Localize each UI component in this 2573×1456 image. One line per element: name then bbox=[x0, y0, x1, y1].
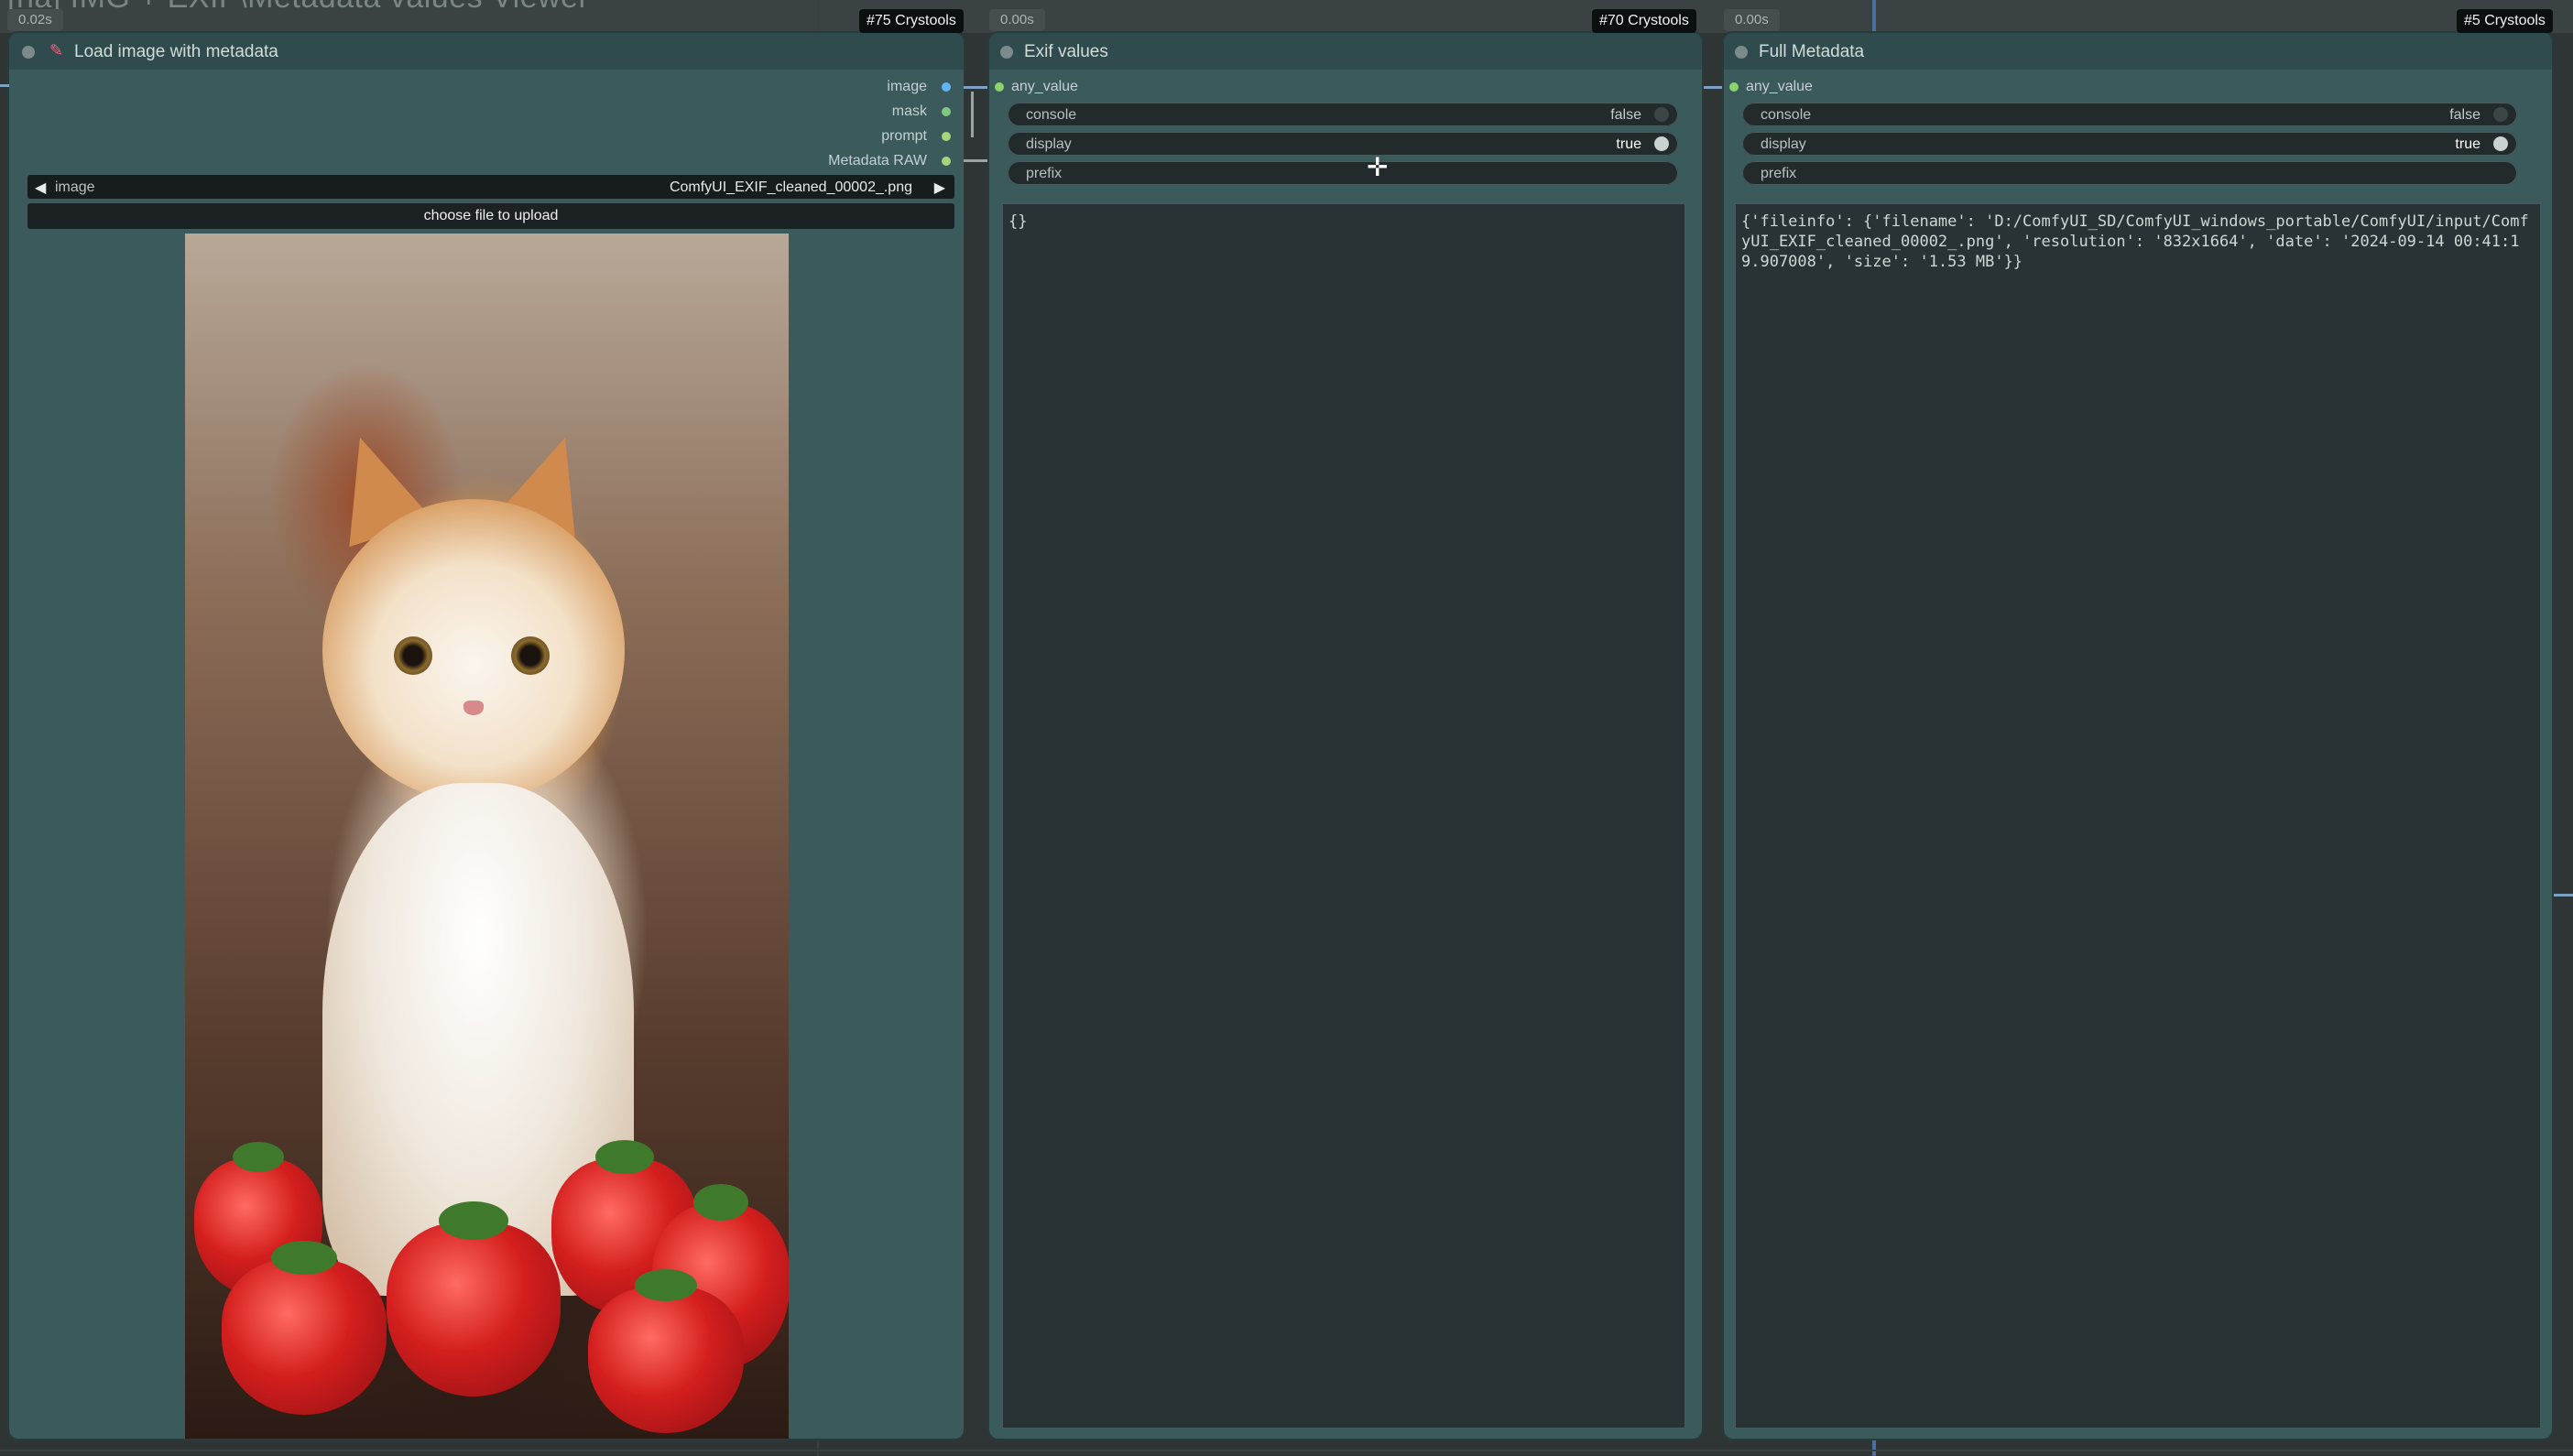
toggle-on-icon[interactable] bbox=[2493, 136, 2508, 151]
console-toggle[interactable]: console false bbox=[1008, 103, 1678, 126]
cat-head bbox=[322, 499, 625, 801]
cat-eye bbox=[394, 636, 432, 675]
upload-button[interactable]: choose file to upload bbox=[27, 203, 954, 229]
prefix-field[interactable]: prefix bbox=[1008, 161, 1678, 185]
next-arrow-icon[interactable]: ▶ bbox=[934, 179, 945, 197]
crystools-badge: #5 Crystools bbox=[2457, 9, 2553, 33]
collapse-dot[interactable] bbox=[1000, 46, 1013, 59]
display-label: display bbox=[1026, 136, 1072, 152]
group-header[interactable]: [na] IMG + EXIF\Metadata values Viewer bbox=[0, 0, 2573, 33]
time-badge: 0.00s bbox=[1724, 9, 1780, 31]
console-label: console bbox=[1026, 107, 1077, 123]
prefix-label: prefix bbox=[1761, 166, 1797, 181]
load-image-node[interactable]: ✎ Load image with metadata image mask pr… bbox=[9, 33, 964, 1439]
input-slot-any-value[interactable] bbox=[1729, 82, 1739, 92]
crystools-badge: #70 Crystools bbox=[1592, 9, 1696, 33]
group-title: [na] IMG + EXIF\Metadata values Viewer bbox=[7, 0, 589, 16]
output-slot-prompt[interactable] bbox=[942, 132, 951, 141]
console-label: console bbox=[1761, 107, 1812, 123]
link-wire bbox=[0, 84, 9, 87]
full-metadata-node[interactable]: Full Metadata any_value console false di… bbox=[1724, 33, 2552, 1439]
output-slot-mask[interactable] bbox=[942, 107, 951, 116]
output-label-metadata-raw: Metadata RAW bbox=[828, 153, 927, 168]
link-wire bbox=[964, 159, 991, 162]
prev-arrow-icon[interactable]: ◀ bbox=[35, 179, 46, 197]
output-label-prompt: prompt bbox=[881, 128, 927, 144]
display-value: true bbox=[1616, 136, 1641, 152]
console-value: false bbox=[1610, 107, 1641, 123]
node-title: Exif values bbox=[1024, 42, 1108, 61]
node-header[interactable]: ✎ Load image with metadata bbox=[9, 33, 964, 70]
node-header[interactable]: Full Metadata bbox=[1724, 33, 2552, 70]
move-cursor-icon: ✛ bbox=[1367, 153, 1389, 181]
cat-eye bbox=[511, 636, 550, 675]
console-value: false bbox=[2449, 107, 2480, 123]
output-label-mask: mask bbox=[891, 103, 927, 119]
time-badge: 0.02s bbox=[7, 9, 63, 31]
node-header[interactable]: Exif values bbox=[989, 33, 1702, 70]
node-title: Full Metadata bbox=[1759, 42, 1865, 61]
prefix-label: prefix bbox=[1026, 166, 1063, 181]
display-toggle[interactable]: display true bbox=[1742, 132, 2517, 156]
strawberry bbox=[588, 1268, 744, 1433]
link-wire bbox=[971, 92, 974, 137]
image-combo-value: ComfyUI_EXIF_cleaned_00002_.png bbox=[669, 179, 912, 195]
display-toggle[interactable]: display true bbox=[1008, 132, 1678, 156]
output-label-image: image bbox=[887, 79, 927, 94]
strawberry bbox=[222, 1240, 387, 1415]
time-badge: 0.00s bbox=[989, 9, 1045, 31]
output-slot-image[interactable] bbox=[942, 82, 951, 92]
canvas-grid-line bbox=[0, 1450, 2573, 1451]
input-slot-any-value[interactable] bbox=[995, 82, 1004, 92]
toggle-off-icon[interactable] bbox=[1654, 107, 1669, 122]
image-preview bbox=[185, 234, 789, 1439]
toggle-off-icon[interactable] bbox=[2493, 107, 2508, 122]
exif-values-node[interactable]: Exif values any_value console false disp… bbox=[989, 33, 1702, 1439]
input-label-any-value: any_value bbox=[1746, 79, 1813, 94]
strawberry bbox=[387, 1201, 561, 1396]
cat-nose bbox=[463, 701, 484, 715]
image-combo[interactable]: ◀ image ComfyUI_EXIF_cleaned_00002_.png … bbox=[27, 175, 954, 199]
toggle-on-icon[interactable] bbox=[1654, 136, 1669, 151]
pin-icon: ✎ bbox=[49, 41, 64, 60]
prefix-field[interactable]: prefix bbox=[1742, 161, 2517, 185]
image-combo-label: image bbox=[55, 179, 95, 195]
collapse-dot[interactable] bbox=[22, 46, 35, 59]
input-label-any-value: any_value bbox=[1011, 79, 1078, 94]
display-label: display bbox=[1761, 136, 1806, 152]
crystools-badge: #75 Crystools bbox=[859, 9, 964, 33]
display-value: true bbox=[2455, 136, 2480, 152]
output-textarea[interactable]: {} bbox=[1002, 203, 1685, 1429]
link-wire bbox=[2552, 894, 2573, 896]
node-title: Load image with metadata bbox=[74, 42, 278, 61]
output-slot-metadata-raw[interactable] bbox=[942, 157, 951, 166]
collapse-dot[interactable] bbox=[1735, 46, 1748, 59]
link-wire bbox=[1702, 86, 1726, 89]
console-toggle[interactable]: console false bbox=[1742, 103, 2517, 126]
link-wire bbox=[964, 86, 991, 89]
output-textarea[interactable]: {'fileinfo': {'filename': 'D:/ComfyUI_SD… bbox=[1735, 203, 2541, 1429]
